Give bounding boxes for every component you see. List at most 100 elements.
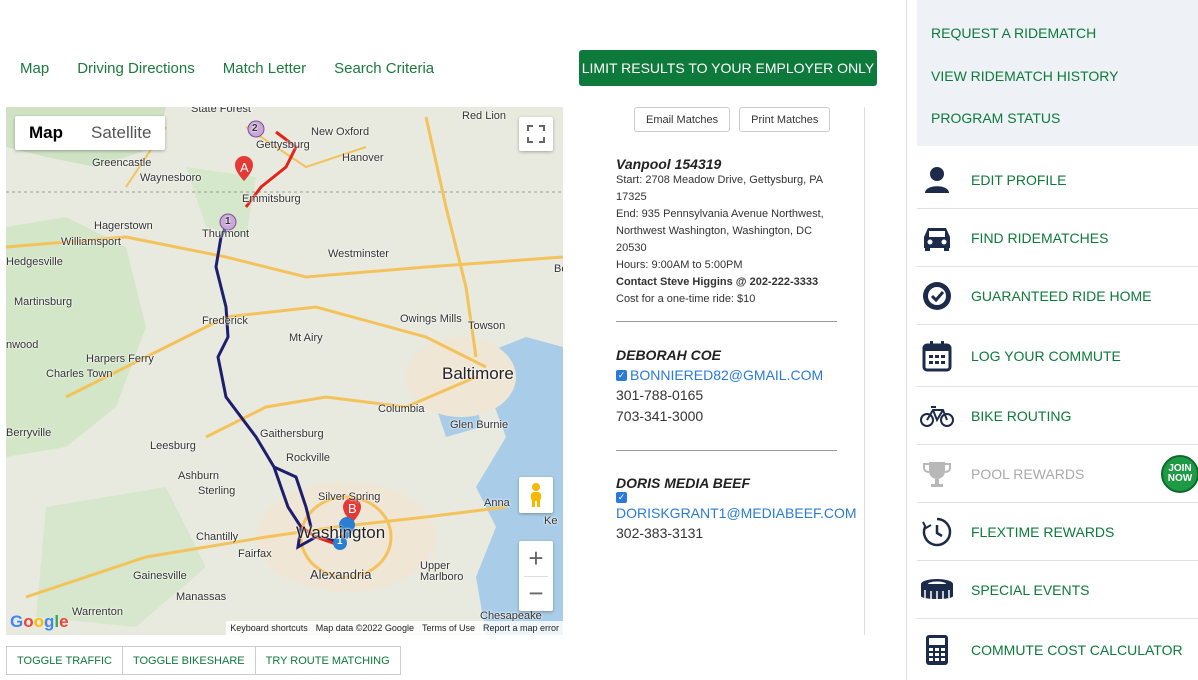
label-frederick: Frederick (202, 315, 248, 327)
label-berryville: Berryville (6, 427, 52, 439)
sidebar-item-label: COMMUTE COST CALCULATOR (971, 641, 1183, 658)
tab-search-criteria[interactable]: Search Criteria (334, 60, 434, 77)
vanpool-cost: Cost for a one-time ride: $10 (616, 293, 756, 305)
label-upper-marlboro: Upper Marlboro (420, 560, 464, 583)
map-data-text: Map data ©2022 Google (315, 623, 414, 633)
report-error-link[interactable]: Report a map error (483, 623, 559, 633)
email-checkbox[interactable]: ✓ (616, 370, 627, 382)
sidebar-item-label: EDIT PROFILE (971, 171, 1067, 188)
email-matches-button[interactable]: Email Matches (634, 107, 731, 132)
sidebar-item-label: BIKE ROUTING (971, 407, 1072, 424)
stadium-icon (918, 571, 956, 609)
route-map[interactable]: A B 2 1 1 State Forest New Oxford Gettys… (6, 107, 563, 635)
waypoint-2[interactable]: 2 (252, 123, 258, 134)
label-silver-spring: Silver Spring (318, 491, 381, 503)
bike-icon (918, 397, 956, 435)
toggle-traffic-button[interactable]: TOGGLE TRAFFIC (6, 646, 123, 675)
label-thurmont: Thurmont (202, 228, 250, 240)
label-mt-airy: Mt Airy (289, 332, 323, 344)
match-email-link[interactable]: BONNIERED82@GMAIL.COM (630, 367, 823, 383)
person-icon (918, 161, 956, 199)
matches-panel: Email Matches Print Matches Vanpool 1543… (578, 107, 878, 635)
label-westminster: Westminster (328, 248, 389, 260)
try-route-matching-button[interactable]: TRY ROUTE MATCHING (254, 646, 401, 675)
join-now-badge[interactable]: JOIN NOW (1161, 455, 1198, 493)
terms-link[interactable]: Terms of Use (422, 623, 475, 633)
sidebar-item-commute-cost-calculator[interactable]: COMMUTE COST CALCULATOR (917, 619, 1198, 680)
label-williamsport: Williamsport (61, 236, 121, 248)
match-email-link[interactable]: DORISKGRANT1@MEDIABEEF.COM (616, 505, 857, 521)
sidebar-item-edit-profile[interactable]: EDIT PROFILE (917, 151, 1198, 209)
sidebar-item-find-ridematches[interactable]: FIND RIDEMATCHES (917, 209, 1198, 267)
waypoint-1[interactable]: 1 (225, 216, 231, 227)
program-status-link[interactable]: PROGRAM STATUS (917, 111, 1198, 125)
sidebar-item-special-events[interactable]: SPECIAL EVENTS (917, 561, 1198, 619)
label-state-forest: State Forest (191, 107, 251, 115)
match-phone: 301-788-0165 (616, 387, 704, 403)
marker-a[interactable]: A (240, 160, 249, 175)
label-greencastle: Greencastle (92, 157, 152, 169)
map-type-control: Map Satellite (15, 116, 166, 150)
zoom-out-button[interactable]: − (519, 576, 553, 611)
label-rockville: Rockville (286, 452, 331, 464)
ridematch-history-link[interactable]: VIEW RIDEMATCH HISTORY (917, 69, 1198, 83)
map-type-satellite[interactable]: Satellite (77, 116, 165, 150)
toggle-bikeshare-button[interactable]: TOGGLE BIKESHARE (121, 646, 256, 675)
sidebar-item-flextime-rewards[interactable]: FLEXTIME REWARDS (917, 503, 1198, 561)
tab-match-letter[interactable]: Match Letter (223, 60, 306, 77)
vanpool-title: Vanpool 154319 (616, 156, 722, 172)
sidebar-item-guaranteed-ride-home[interactable]: GUARANTEED RIDE HOME (917, 267, 1198, 325)
label-hanover: Hanover (342, 152, 384, 164)
vanpool-start: Start: 2708 Meadow Drive, Gettysburg, PA… (616, 174, 823, 203)
sidebar-item-log-commute[interactable]: LOG YOUR COMMUTE (917, 325, 1198, 387)
sidebar-item-label: GUARANTEED RIDE HOME (971, 287, 1152, 304)
tab-map[interactable]: Map (20, 60, 49, 77)
match-phone: 703-341-3000 (616, 408, 704, 424)
label-ashburn: Ashburn (178, 470, 219, 482)
email-checkbox[interactable]: ✓ (616, 492, 627, 504)
match-deborah: DEBORAH COE ✓ BONNIERED82@GMAIL.COM 301-7… (616, 347, 838, 427)
limit-employer-button[interactable]: LIMIT RESULTS TO YOUR EMPLOYER ONLY (579, 50, 877, 86)
label-hagerstown: Hagerstown (94, 220, 153, 232)
keyboard-shortcuts-link[interactable]: Keyboard shortcuts (230, 623, 308, 633)
marker-b[interactable]: B (348, 501, 357, 516)
sidebar-quick-links: REQUEST A RIDEMATCH VIEW RIDEMATCH HISTO… (917, 0, 1198, 146)
label-nwood: nwood (6, 339, 39, 351)
sidebar-item-pool-rewards[interactable]: POOL REWARDS JOIN NOW (917, 445, 1198, 503)
label-waynesboro: Waynesboro (140, 172, 202, 184)
zoom-control: + − (519, 541, 553, 611)
label-leesburg: Leesburg (150, 440, 196, 452)
match-name: DEBORAH COE (616, 347, 722, 363)
fullscreen-button[interactable] (519, 117, 553, 151)
request-ridematch-link[interactable]: REQUEST A RIDEMATCH (917, 26, 1198, 40)
label-glen-burnie: Glen Burnie (450, 419, 509, 431)
zoom-in-button[interactable]: + (519, 541, 553, 576)
match-doris: DORIS MEDIA BEEF ✓ DORISKGRANT1@MEDIABEE… (616, 475, 857, 544)
match-name: DORIS MEDIA BEEF (616, 475, 751, 491)
vanpool-contact: Contact Steve Higgins @ 202-222-3333 (616, 276, 819, 288)
label-alexandria: Alexandria (310, 567, 372, 582)
pegman-icon (531, 483, 541, 507)
vanpool-end: End: 935 Pennsylvania Avenue Northwest, … (616, 208, 824, 254)
label-hedgesville: Hedgesville (6, 256, 63, 268)
label-gainesville: Gainesville (133, 570, 187, 582)
tab-driving-directions[interactable]: Driving Directions (77, 60, 195, 77)
sidebar: REQUEST A RIDEMATCH VIEW RIDEMATCH HISTO… (906, 0, 1198, 680)
sidebar-item-label: POOL REWARDS (971, 465, 1085, 482)
sidebar-item-label: LOG YOUR COMMUTE (971, 347, 1121, 364)
label-new-oxford: New Oxford (311, 126, 370, 138)
label-be: Be (554, 263, 563, 275)
label-red-lion: Red Lion (462, 110, 507, 122)
divider (616, 450, 837, 451)
print-matches-button[interactable]: Print Matches (739, 107, 831, 132)
map-type-map[interactable]: Map (15, 116, 77, 150)
vanpool-match: Vanpool 154319 Start: 2708 Meadow Drive,… (616, 156, 838, 308)
street-view-button[interactable] (519, 477, 553, 513)
sidebar-item-bike-routing[interactable]: BIKE ROUTING (917, 387, 1198, 445)
badge-check-icon (918, 277, 956, 315)
label-warrenton: Warrenton (72, 606, 123, 618)
label-columbia: Columbia (378, 403, 425, 415)
label-chantilly: Chantilly (196, 531, 239, 543)
car-icon (918, 219, 956, 257)
map-toggle-buttons: TOGGLE TRAFFIC TOGGLE BIKESHARE TRY ROUT… (6, 646, 401, 675)
